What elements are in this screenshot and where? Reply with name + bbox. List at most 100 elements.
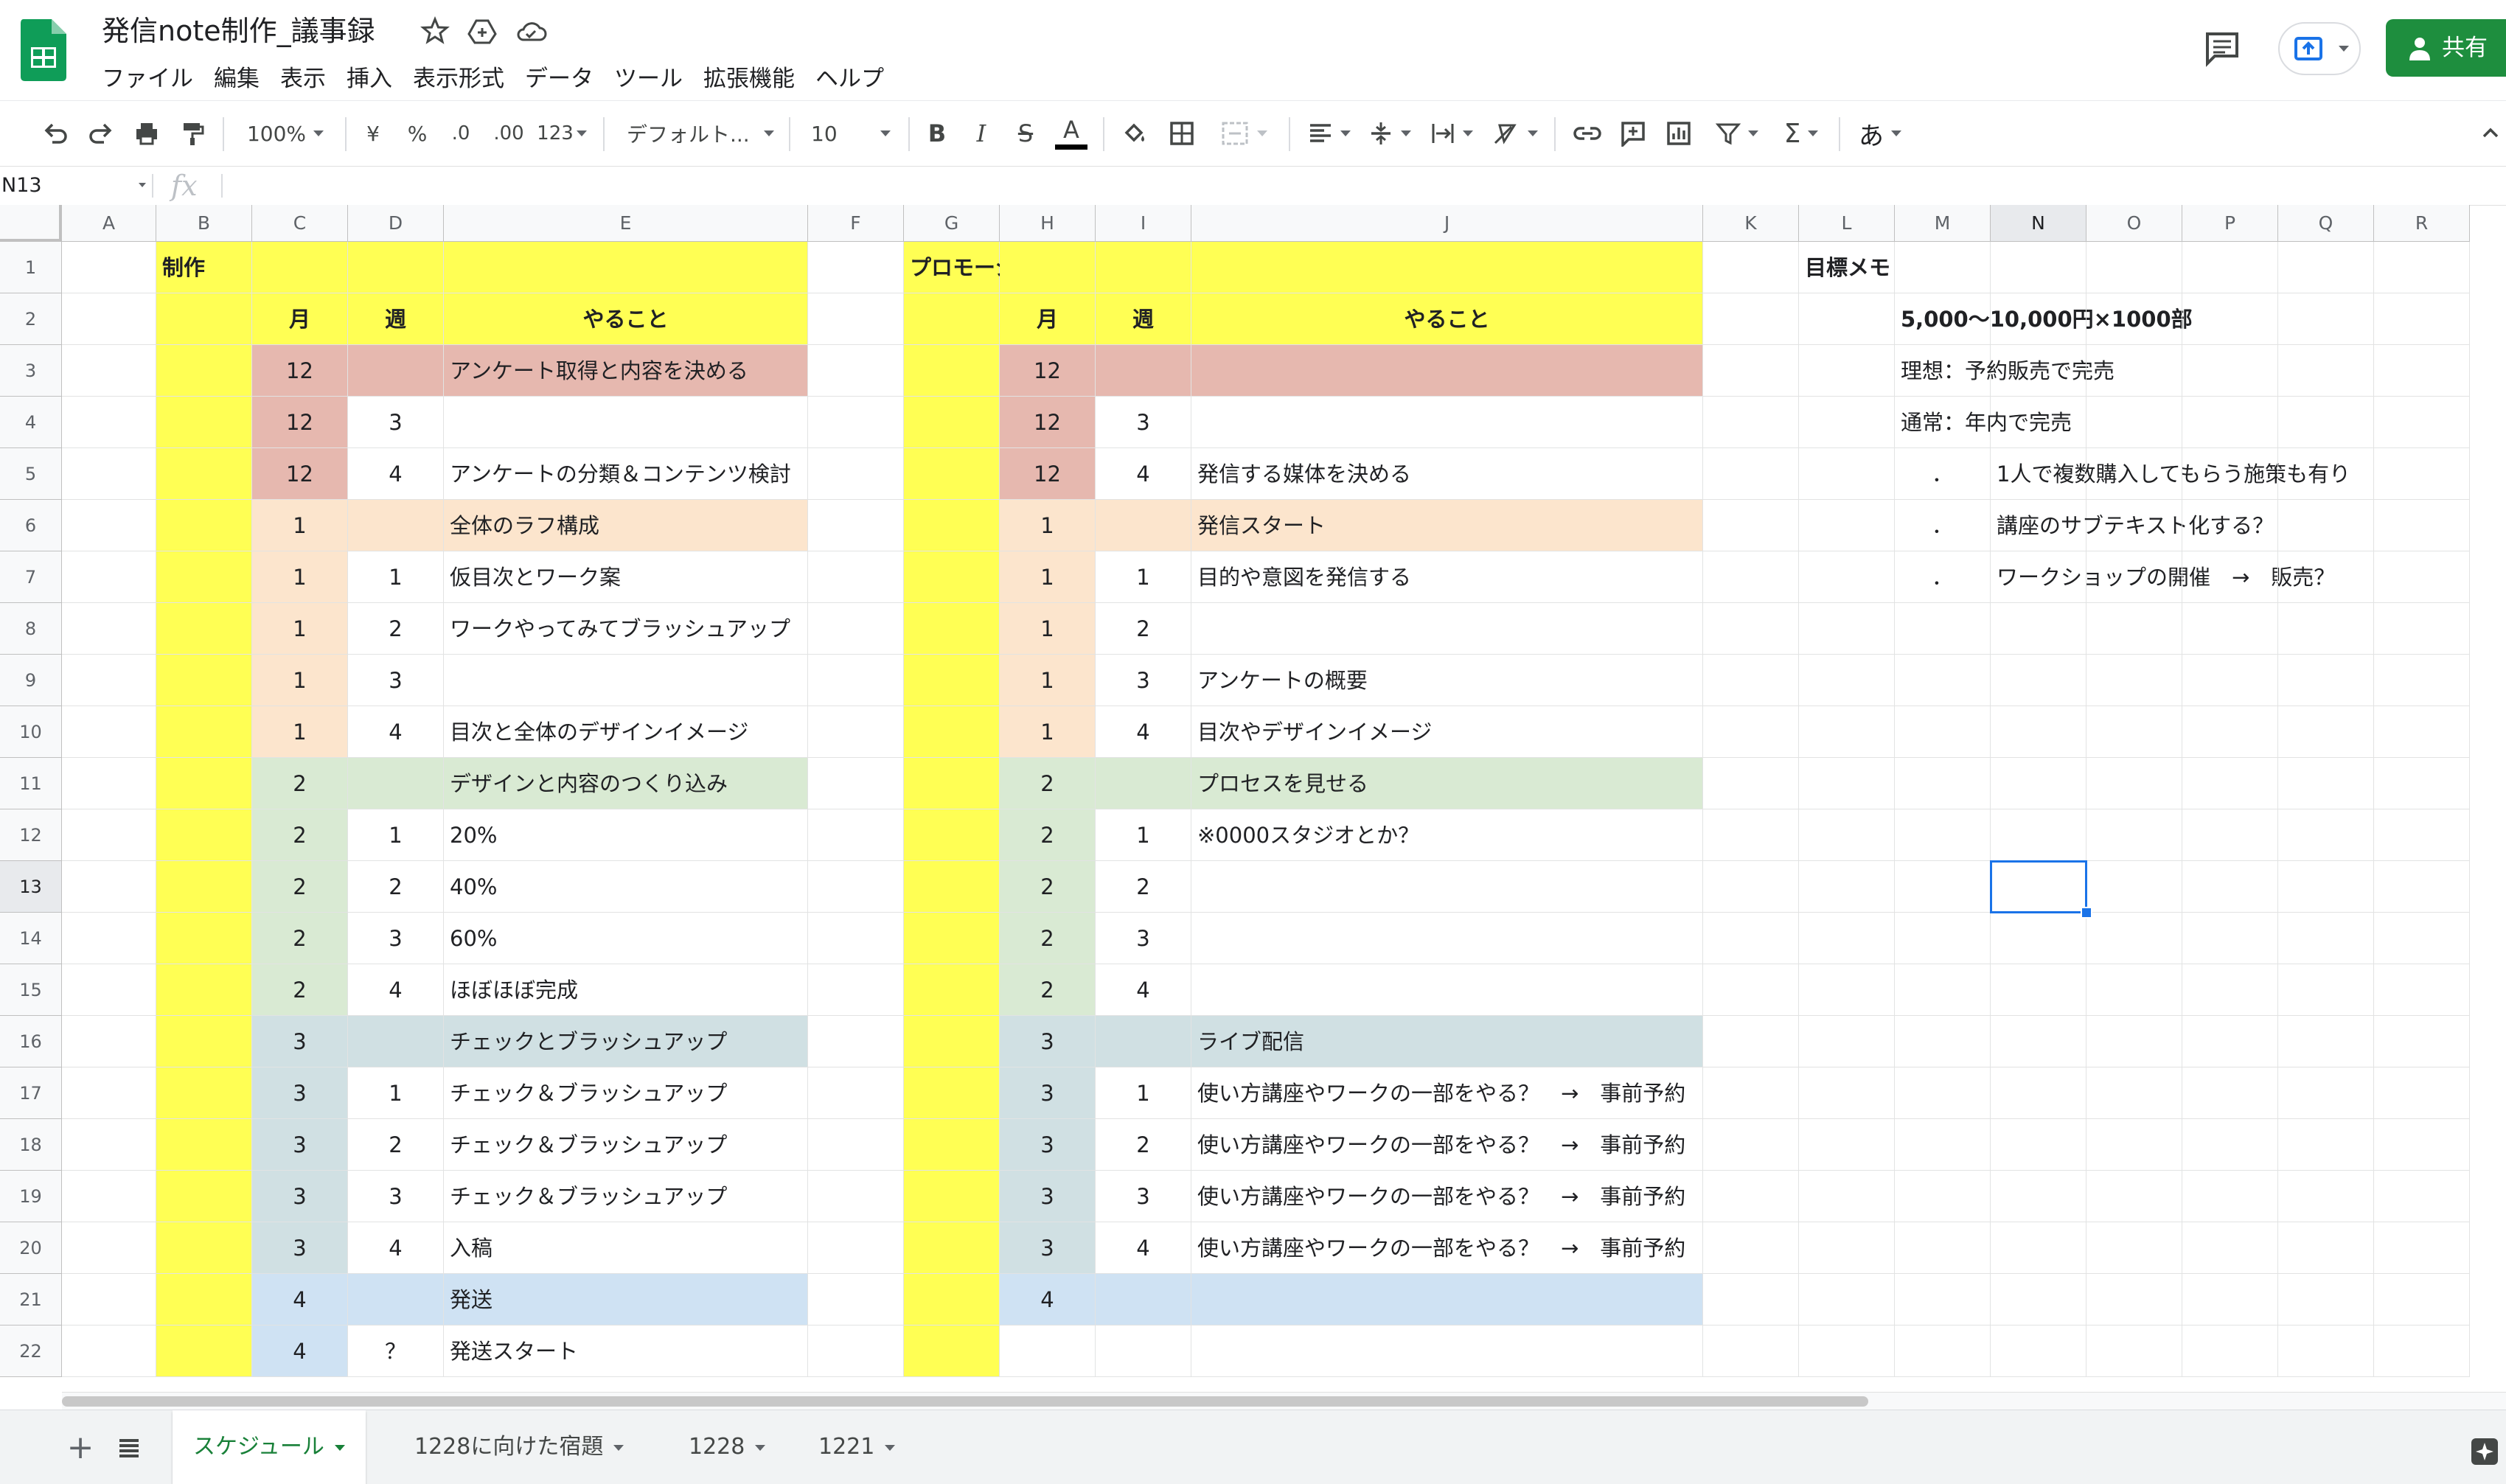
cell-n5[interactable]: 1人で複数購入してもらう施策も有り	[1991, 448, 2350, 500]
cell-i15[interactable]: 4	[1096, 964, 1191, 1016]
cell-o9[interactable]	[2086, 655, 2182, 706]
cell-k3[interactable]	[1703, 345, 1799, 397]
percent-format-button[interactable]: %	[401, 101, 434, 166]
horizontal-align-button[interactable]	[1304, 101, 1355, 166]
cell-d22[interactable]: ？	[348, 1326, 444, 1377]
cell-c20[interactable]: 3	[252, 1222, 348, 1274]
column-header-p[interactable]: P	[2182, 205, 2278, 242]
cell-d10[interactable]: 4	[348, 706, 444, 758]
column-header-o[interactable]: O	[2086, 205, 2182, 242]
cell-m11[interactable]	[1895, 758, 1991, 809]
cell-g20[interactable]	[904, 1222, 1000, 1274]
cell-i12[interactable]: 1	[1096, 809, 1191, 861]
cell-d4[interactable]: 3	[348, 397, 444, 448]
all-sheets-menu-icon[interactable]	[111, 1429, 147, 1466]
cell-i2[interactable]: 週	[1096, 293, 1191, 345]
cell-j12[interactable]: ※0000スタジオとか？	[1191, 809, 1703, 861]
row-header-12[interactable]: 12	[0, 809, 62, 861]
cell-f16[interactable]	[808, 1016, 904, 1067]
cell-r5[interactable]	[2374, 448, 2470, 500]
cell-b12[interactable]	[156, 809, 252, 861]
cell-g19[interactable]	[904, 1171, 1000, 1222]
cell-b6[interactable]	[156, 500, 252, 551]
filter-button[interactable]	[1709, 101, 1765, 166]
cell-f10[interactable]	[808, 706, 904, 758]
cell-h9[interactable]: 1	[1000, 655, 1096, 706]
cell-e19[interactable]: チェック＆ブラッシュアップ	[444, 1171, 808, 1222]
cell-d2[interactable]: 週	[348, 293, 444, 345]
cell-n9[interactable]	[1991, 655, 2086, 706]
cell-r8[interactable]	[2374, 603, 2470, 655]
cell-c10[interactable]: 1	[252, 706, 348, 758]
cell-d19[interactable]: 3	[348, 1171, 444, 1222]
cell-m19[interactable]	[1895, 1171, 1991, 1222]
cell-e4[interactable]	[444, 397, 808, 448]
cell-r1[interactable]	[2374, 242, 2470, 293]
row-header-4[interactable]: 4	[0, 397, 62, 448]
cell-b11[interactable]	[156, 758, 252, 809]
paint-format-button[interactable]	[174, 101, 211, 166]
cell-a11[interactable]	[62, 758, 156, 809]
cell-b16[interactable]	[156, 1016, 252, 1067]
text-rotation-button[interactable]	[1488, 101, 1542, 166]
cell-o1[interactable]	[2086, 242, 2182, 293]
cell-p10[interactable]	[2182, 706, 2278, 758]
cell-m22[interactable]	[1895, 1326, 1991, 1377]
cell-l2[interactable]	[1799, 293, 1895, 345]
cell-g16[interactable]	[904, 1016, 1000, 1067]
cell-a21[interactable]	[62, 1274, 156, 1326]
cell-b9[interactable]	[156, 655, 252, 706]
cell-a22[interactable]	[62, 1326, 156, 1377]
cell-h18[interactable]: 3	[1000, 1119, 1096, 1171]
cell-r9[interactable]	[2374, 655, 2470, 706]
add-sheet-button[interactable]: +	[62, 1429, 99, 1466]
cell-q11[interactable]	[2278, 758, 2374, 809]
menu-edit[interactable]: 編集	[214, 60, 268, 97]
cell-f2[interactable]	[808, 293, 904, 345]
row-header-5[interactable]: 5	[0, 448, 62, 500]
cell-m12[interactable]	[1895, 809, 1991, 861]
cell-l13[interactable]	[1799, 861, 1895, 913]
cell-j8[interactable]	[1191, 603, 1703, 655]
cell-q12[interactable]	[2278, 809, 2374, 861]
cell-o15[interactable]	[2086, 964, 2182, 1016]
cell-j18[interactable]: 使い方講座やワークの一部をやる？ → 事前予約	[1191, 1119, 1703, 1171]
cell-c18[interactable]: 3	[252, 1119, 348, 1171]
cell-g22[interactable]	[904, 1326, 1000, 1377]
cell-a16[interactable]	[62, 1016, 156, 1067]
currency-format-button[interactable]: ¥	[357, 101, 389, 166]
row-header-3[interactable]: 3	[0, 345, 62, 397]
cell-l7[interactable]	[1799, 551, 1895, 603]
cell-g12[interactable]	[904, 809, 1000, 861]
cell-m14[interactable]	[1895, 913, 1991, 964]
cell-q15[interactable]	[2278, 964, 2374, 1016]
column-header-c[interactable]: C	[252, 205, 348, 242]
cell-n22[interactable]	[1991, 1326, 2086, 1377]
cell-p1[interactable]	[2182, 242, 2278, 293]
cell-r16[interactable]	[2374, 1016, 2470, 1067]
cell-p4[interactable]	[2182, 397, 2278, 448]
cell-n3[interactable]	[1991, 345, 2086, 397]
cell-e20[interactable]: 入稿	[444, 1222, 808, 1274]
column-header-e[interactable]: E	[444, 205, 808, 242]
cell-g5[interactable]	[904, 448, 1000, 500]
row-header-9[interactable]: 9	[0, 655, 62, 706]
cell-k12[interactable]	[1703, 809, 1799, 861]
cell-f12[interactable]	[808, 809, 904, 861]
cell-e16[interactable]: チェックとブラッシュアップ	[444, 1016, 808, 1067]
cell-b22[interactable]	[156, 1326, 252, 1377]
cell-o20[interactable]	[2086, 1222, 2182, 1274]
cell-q18[interactable]	[2278, 1119, 2374, 1171]
cell-c6[interactable]: 1	[252, 500, 348, 551]
cell-n7[interactable]: ワークショップの開催 → 販売？	[1991, 551, 2335, 603]
cell-g14[interactable]	[904, 913, 1000, 964]
cell-m17[interactable]	[1895, 1067, 1991, 1119]
cell-g10[interactable]	[904, 706, 1000, 758]
row-header-13[interactable]: 13	[0, 861, 62, 913]
cell-q10[interactable]	[2278, 706, 2374, 758]
cell-j1[interactable]	[1191, 242, 1703, 293]
cell-r12[interactable]	[2374, 809, 2470, 861]
cell-e14[interactable]: 60%	[444, 913, 808, 964]
cell-o4[interactable]	[2086, 397, 2182, 448]
cell-p5[interactable]	[2182, 448, 2278, 500]
